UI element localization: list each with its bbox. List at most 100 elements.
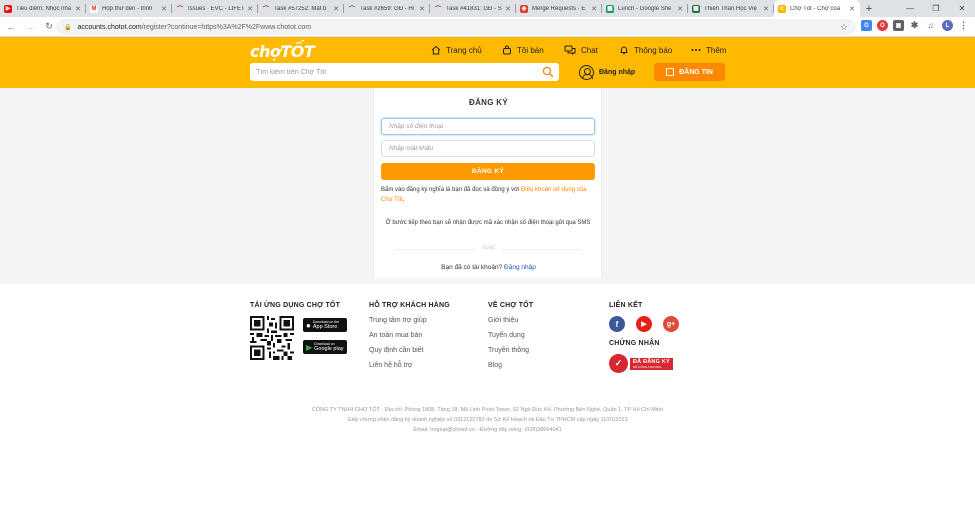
nav-label: Tôi bán: [517, 45, 544, 55]
gitlab-icon: ◆: [520, 4, 528, 13]
nav-notifications[interactable]: Thông báo: [619, 43, 672, 57]
nav-my-ads[interactable]: Tôi bán: [502, 43, 544, 57]
browser-tab[interactable]: ⌒ Task #57252: Mất b ✕: [258, 0, 344, 17]
redmine-icon: ⌒: [434, 7, 441, 13]
menu-kebab-icon[interactable]: ⋮: [958, 20, 969, 31]
address-bar[interactable]: 🔒 accounts.chotot.com/register?continue=…: [56, 19, 856, 35]
close-icon[interactable]: ✕: [160, 5, 168, 13]
footer: TẢI ỨNG DỤNG CHỢ TỐT ● Download on the Ap…: [0, 284, 975, 528]
register-card: ĐĂNG KÝ ĐĂNG KÝ Bấm vào đăng ký nghĩa là…: [373, 88, 602, 278]
password-field[interactable]: [381, 140, 595, 157]
close-icon[interactable]: ✕: [332, 5, 340, 13]
chotot-icon: c: [778, 4, 786, 13]
youtube-icon: ▶: [4, 4, 12, 13]
tab-title: Task #41831: GĐ - S: [446, 5, 502, 12]
search-input[interactable]: [256, 68, 526, 76]
nav-home[interactable]: Trang chủ: [431, 43, 482, 57]
close-icon[interactable]: ✕: [246, 5, 254, 13]
footer-link-media[interactable]: Truyền thông: [488, 347, 529, 354]
terms-suffix: .: [402, 197, 405, 203]
browser-tab[interactable]: ⌒ Issues · EVC - LIFET ✕: [172, 0, 258, 17]
spreadsheet-icon: ▦: [692, 4, 700, 13]
back-icon[interactable]: ←: [3, 22, 19, 32]
browser-tab[interactable]: ⌒ Task #41831: GĐ - S ✕: [430, 0, 516, 17]
or-label: hoặc: [475, 245, 501, 251]
translate-extension-icon[interactable]: G: [861, 20, 872, 31]
forward-icon[interactable]: →: [22, 22, 38, 32]
nav-label: Thông báo: [634, 45, 673, 55]
bookmark-star-icon[interactable]: ☆: [840, 22, 848, 33]
lock-icon: 🔒: [64, 24, 72, 31]
bag-icon: [503, 45, 511, 55]
google-plus-icon[interactable]: g+: [663, 316, 679, 332]
page-title: ĐĂNG KÝ: [469, 98, 508, 107]
extension-icon[interactable]: ▣: [893, 20, 904, 31]
media-icon[interactable]: ♫: [925, 20, 936, 31]
footer-link-help-center[interactable]: Trung tâm trợ giúp: [369, 317, 427, 324]
tab-title: Lunch - Google She: [618, 5, 672, 12]
youtube-icon[interactable]: ▶: [636, 316, 652, 332]
apple-icon: ●: [306, 320, 311, 330]
tab-title: Issues · EVC - LIFET: [188, 5, 245, 12]
browser-tab[interactable]: ▦ Lunch - Google She ✕: [602, 0, 688, 17]
edit-icon: [666, 68, 675, 76]
nav-more[interactable]: Thêm: [691, 43, 726, 57]
company-info: CÔNG TY TNHH CHỢ TỐT - Địa chỉ: Phòng 18…: [311, 407, 664, 413]
minimize-button[interactable]: —: [897, 0, 923, 17]
login-link-bottom[interactable]: Đăng nhập: [504, 264, 536, 271]
post-ad-button[interactable]: ĐĂNG TIN: [654, 63, 725, 81]
register-button[interactable]: ĐĂNG KÝ: [381, 163, 595, 180]
google-play-icon: ▶: [306, 342, 313, 352]
moit-certification-badge[interactable]: ✓ ĐÃ ĐĂNG KÝ BỘ CÔNG THƯƠNG: [609, 354, 675, 373]
facebook-icon[interactable]: f: [609, 316, 625, 332]
footer-link-safe-trading[interactable]: An toàn mua bán: [369, 332, 422, 339]
tab-title: Thiên Thần Học Việ: [704, 5, 757, 12]
googleplay-label: Google play: [314, 346, 344, 352]
appstore-badge[interactable]: ● Download on the App Store: [303, 318, 347, 332]
opera-extension-icon[interactable]: O: [877, 20, 888, 31]
chotot-logo[interactable]: chợTỐT: [250, 42, 315, 61]
browser-tab[interactable]: M Hộp thư đến - trinh ✕: [86, 0, 172, 17]
close-icon[interactable]: ✕: [848, 5, 856, 13]
bell-icon: [620, 46, 628, 55]
footer-link-careers[interactable]: Tuyển dụng: [488, 332, 525, 339]
nav-chat[interactable]: Chat: [564, 43, 598, 57]
close-icon[interactable]: ✕: [762, 5, 770, 13]
browser-tab-strip: ▶ Tiêu điểm: Nhọc nhằ ✕ M Hộp thư đến - …: [0, 0, 975, 17]
terms-notice: Bấm vào đăng ký nghĩa là bạn đã đọc và đ…: [381, 185, 595, 205]
terms-text: Bấm vào đăng ký nghĩa là bạn đã đọc và đ…: [381, 187, 522, 193]
login-link[interactable]: Đăng nhập: [579, 63, 635, 81]
about-heading: VỀ CHỢ TỐT: [488, 302, 534, 309]
tab-title: Hộp thư đến - trinh: [102, 5, 153, 12]
restore-button[interactable]: ❐: [923, 0, 949, 17]
browser-tab-active[interactable]: c Chợ Tốt - Chợ của ✕: [774, 0, 860, 17]
url-host: accounts.chotot.com: [77, 23, 142, 31]
browser-tab[interactable]: ▶ Tiêu điểm: Nhọc nhằ ✕: [0, 0, 86, 17]
footer-link-blog[interactable]: Blog: [488, 362, 502, 369]
close-icon[interactable]: ✕: [676, 5, 684, 13]
browser-tab[interactable]: ⌒ Task #2659: GĐ - Hi ✕: [344, 0, 430, 17]
profile-avatar[interactable]: L: [942, 20, 953, 31]
app-heading: TẢI ỨNG DỤNG CHỢ TỐT: [250, 302, 341, 309]
browser-tab[interactable]: ◆ Merge Requests · E ✕: [516, 0, 602, 17]
reload-icon[interactable]: ↻: [41, 21, 57, 32]
browser-tab[interactable]: ▦ Thiên Thần Học Việ ✕: [688, 0, 774, 17]
tab-title: Tiêu điểm: Nhọc nhằ: [16, 5, 72, 12]
footer-link-about[interactable]: Giới thiệu: [488, 317, 518, 324]
footer-link-contact[interactable]: Liên hệ hỗ trợ: [369, 362, 413, 369]
more-icon: [691, 49, 701, 51]
close-icon[interactable]: ✕: [74, 5, 82, 13]
search-icon[interactable]: [542, 66, 554, 78]
puzzle-extensions-icon[interactable]: ✱: [909, 20, 920, 31]
phone-field[interactable]: [381, 118, 595, 135]
close-icon[interactable]: ✕: [418, 5, 426, 13]
close-icon[interactable]: ✕: [590, 5, 598, 13]
new-tab-button[interactable]: +: [860, 0, 878, 17]
close-icon[interactable]: ✕: [504, 5, 512, 13]
user-icon: [579, 64, 594, 80]
googleplay-badge[interactable]: ▶ Download on Google play: [303, 340, 347, 354]
close-window-button[interactable]: ✕: [949, 0, 975, 17]
footer-link-rules[interactable]: Quy định cần biết: [369, 347, 423, 354]
redmine-icon: ⌒: [348, 7, 355, 13]
post-ad-label: ĐĂNG TIN: [679, 68, 713, 76]
